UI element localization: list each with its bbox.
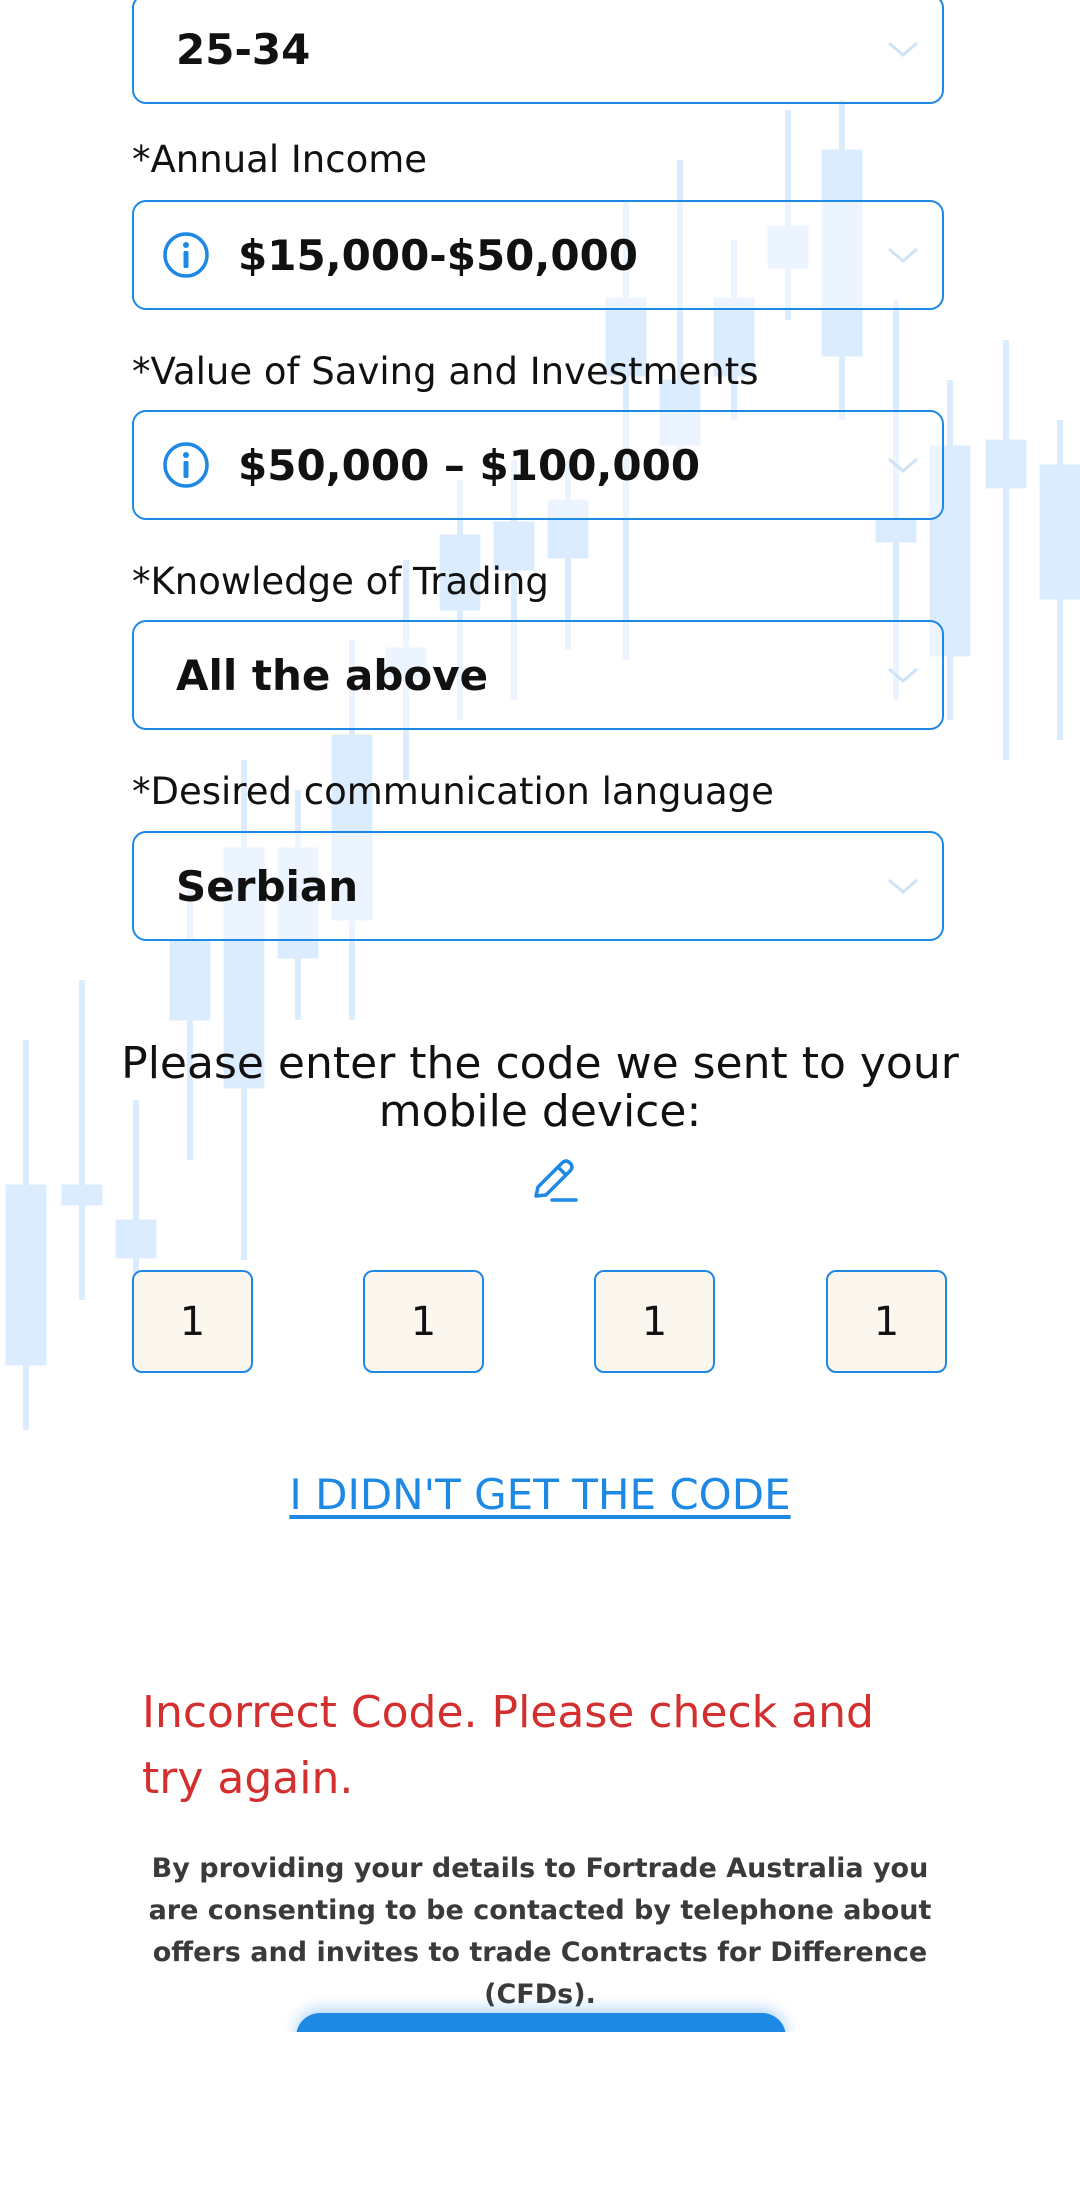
code-prompt: Please enter the code we sent to your mo… <box>121 1038 959 1137</box>
savings-select[interactable]: $50,000 – $100,000 <box>132 410 944 520</box>
knowledge-label: *Knowledge of Trading <box>132 560 549 603</box>
chevron-down-icon <box>888 878 918 894</box>
code-digit-input[interactable]: 1 <box>132 1270 253 1373</box>
chevron-down-icon <box>888 667 918 683</box>
code-digit-input[interactable]: 1 <box>826 1270 947 1373</box>
chevron-down-icon <box>888 247 918 263</box>
age-range-value: 25-34 <box>176 24 311 74</box>
info-circle-icon[interactable] <box>162 441 210 489</box>
knowledge-value: All the above <box>176 650 489 700</box>
age-range-select[interactable]: 25-34 <box>132 0 944 104</box>
pencil-edit-icon[interactable] <box>526 1154 582 1210</box>
savings-value: $50,000 – $100,000 <box>238 440 701 490</box>
code-digit-input[interactable]: 1 <box>594 1270 715 1373</box>
language-select[interactable]: Serbian <box>132 831 944 941</box>
chevron-down-icon <box>888 457 918 473</box>
code-digit-input[interactable]: 1 <box>363 1270 484 1373</box>
knowledge-select[interactable]: All the above <box>132 620 944 730</box>
error-message: Incorrect Code. Please check and try aga… <box>142 1687 874 1804</box>
resend-code-link[interactable]: I DIDN'T GET THE CODE <box>0 1470 1080 1519</box>
savings-label: *Value of Saving and Investments <box>132 350 759 393</box>
blank-footer-area <box>0 2032 1080 2186</box>
consent-disclaimer: By providing your details to Fortrade Au… <box>148 1853 932 2010</box>
annual-income-value: $15,000-$50,000 <box>238 230 639 280</box>
language-value: Serbian <box>176 861 359 911</box>
chevron-down-icon <box>888 41 918 57</box>
annual-income-label: *Annual Income <box>132 138 428 181</box>
info-circle-icon[interactable] <box>162 231 210 279</box>
annual-income-select[interactable]: $15,000-$50,000 <box>132 200 944 310</box>
language-label: *Desired communication language <box>132 770 774 813</box>
